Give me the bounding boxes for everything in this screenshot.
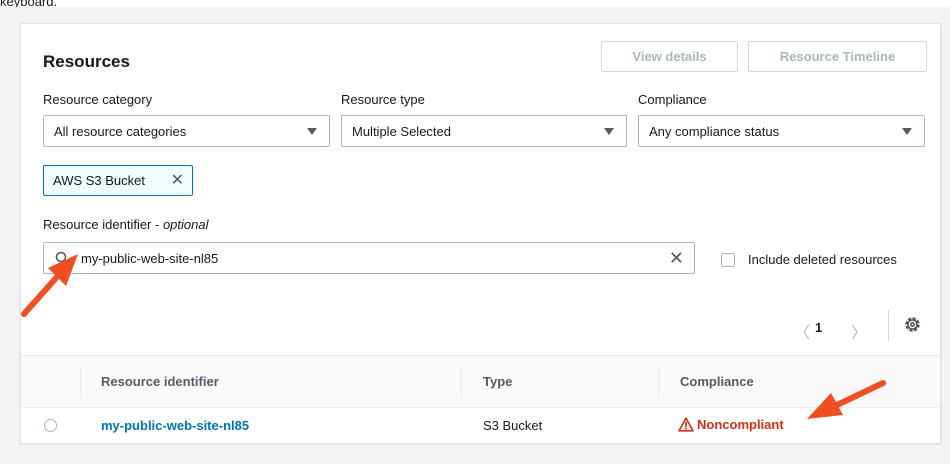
- resource-timeline-button[interactable]: Resource Timeline: [748, 41, 927, 72]
- column-header-identifier[interactable]: Resource identifier: [101, 374, 219, 389]
- column-divider: [80, 367, 81, 397]
- clear-icon[interactable]: ✕: [669, 249, 684, 267]
- resource-category-select[interactable]: All resource categories: [43, 115, 330, 147]
- annotation-arrow-icon: [21, 254, 78, 317]
- view-details-button[interactable]: View details: [601, 41, 738, 72]
- caret-down-icon: [307, 128, 317, 135]
- compliance-status: Noncompliant: [678, 417, 784, 432]
- resource-type-value: Multiple Selected: [352, 123, 451, 139]
- column-header-type[interactable]: Type: [483, 374, 512, 389]
- warning-icon: [678, 417, 694, 432]
- optional-hint: optional: [162, 217, 209, 232]
- column-header-compliance[interactable]: Compliance: [680, 374, 754, 389]
- resource-type-cell: S3 Bucket: [483, 418, 543, 433]
- resource-identifier-label-text: Resource identifier -: [43, 217, 163, 232]
- caret-down-icon: [902, 128, 912, 135]
- resource-type-label: Resource type: [341, 92, 425, 107]
- caret-down-icon: [604, 128, 614, 135]
- resource-category-label: Resource category: [43, 92, 153, 107]
- pagination-divider: [888, 310, 889, 342]
- include-deleted-checkbox[interactable]: [721, 252, 735, 267]
- compliance-select[interactable]: Any compliance status: [638, 115, 925, 147]
- filter-token-label: AWS S3 Bucket: [53, 173, 145, 188]
- resource-type-select[interactable]: Multiple Selected: [341, 115, 627, 147]
- resource-identifier-value: my-public-web-site-nl85: [81, 251, 219, 266]
- chevron-right-icon[interactable]: 〉: [851, 319, 867, 343]
- column-divider: [461, 367, 462, 397]
- gear-icon[interactable]: [903, 315, 922, 334]
- filter-token: AWS S3 Bucket ✕: [43, 165, 193, 196]
- column-divider: [658, 367, 659, 397]
- radio-icon[interactable]: [44, 419, 57, 432]
- include-deleted-option[interactable]: Include deleted resources: [721, 252, 897, 267]
- annotation-arrow-icon: [807, 380, 886, 419]
- current-page-number[interactable]: 1: [815, 320, 822, 335]
- chevron-left-icon[interactable]: 〈: [794, 319, 810, 343]
- panel-title: Resources: [43, 52, 130, 71]
- compliance-status-text: Noncompliant: [697, 417, 784, 432]
- resource-identifier-label: Resource identifier - optional: [43, 217, 209, 232]
- compliance-label: Compliance: [638, 92, 707, 107]
- resource-identifier-link[interactable]: my-public-web-site-nl85: [101, 418, 249, 433]
- resource-category-value: All resource categories: [54, 123, 187, 139]
- resource-identifier-input[interactable]: my-public-web-site-nl85 ✕: [43, 242, 695, 274]
- token-remove-icon[interactable]: ✕: [171, 173, 184, 189]
- compliance-value: Any compliance status: [649, 123, 780, 139]
- include-deleted-label: Include deleted resources: [748, 252, 897, 267]
